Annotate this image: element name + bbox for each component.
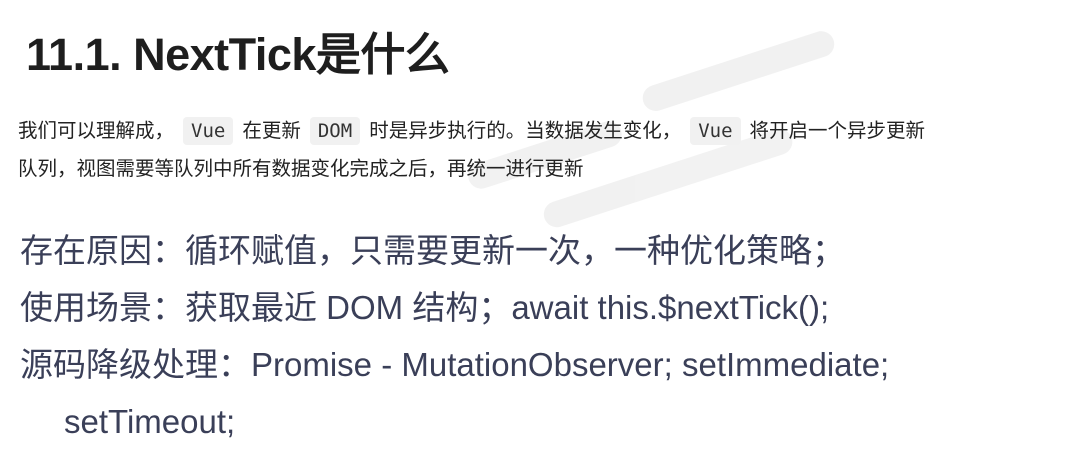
intro-paragraph: 我们可以理解成， Vue 在更新 DOM 时是异步执行的。当数据发生变化， Vue 将开启一… (18, 112, 1068, 188)
inline-code: Vue (183, 117, 234, 145)
inline-code: Vue (690, 117, 741, 145)
note-usage: 使用场景：获取最近 DOM 结构；await this.$nextTick(); (20, 289, 830, 326)
page-title: 11.1. NextTick是什么 (26, 29, 450, 80)
intro-text: 我们可以理解成， (18, 120, 175, 142)
intro-text: 将开启一个异步更新 (749, 120, 926, 142)
handwritten-notes: 存在原因：循环赋值，只需要更新一次，一种优化策略； 使用场景：获取最近 DOM … (20, 222, 889, 450)
intro-text: 在更新 (242, 120, 301, 142)
note-reason: 存在原因：循环赋值，只需要更新一次，一种优化策略； (20, 232, 845, 269)
note-fallback: 源码降级处理：Promise - MutationObserver; setIm… (20, 346, 890, 383)
intro-text: 时是异步执行的。当数据发生变化， (369, 120, 682, 142)
intro-line-1: 我们可以理解成， Vue 在更新 DOM 时是异步执行的。当数据发生变化， Vue 将开启一… (18, 112, 1068, 150)
note-fallback-continued: setTimeout; (64, 403, 236, 440)
inline-code: DOM (309, 117, 361, 145)
intro-line-2: 队列，视图需要等队列中所有数据变化完成之后，再统一进行更新 (18, 158, 584, 180)
